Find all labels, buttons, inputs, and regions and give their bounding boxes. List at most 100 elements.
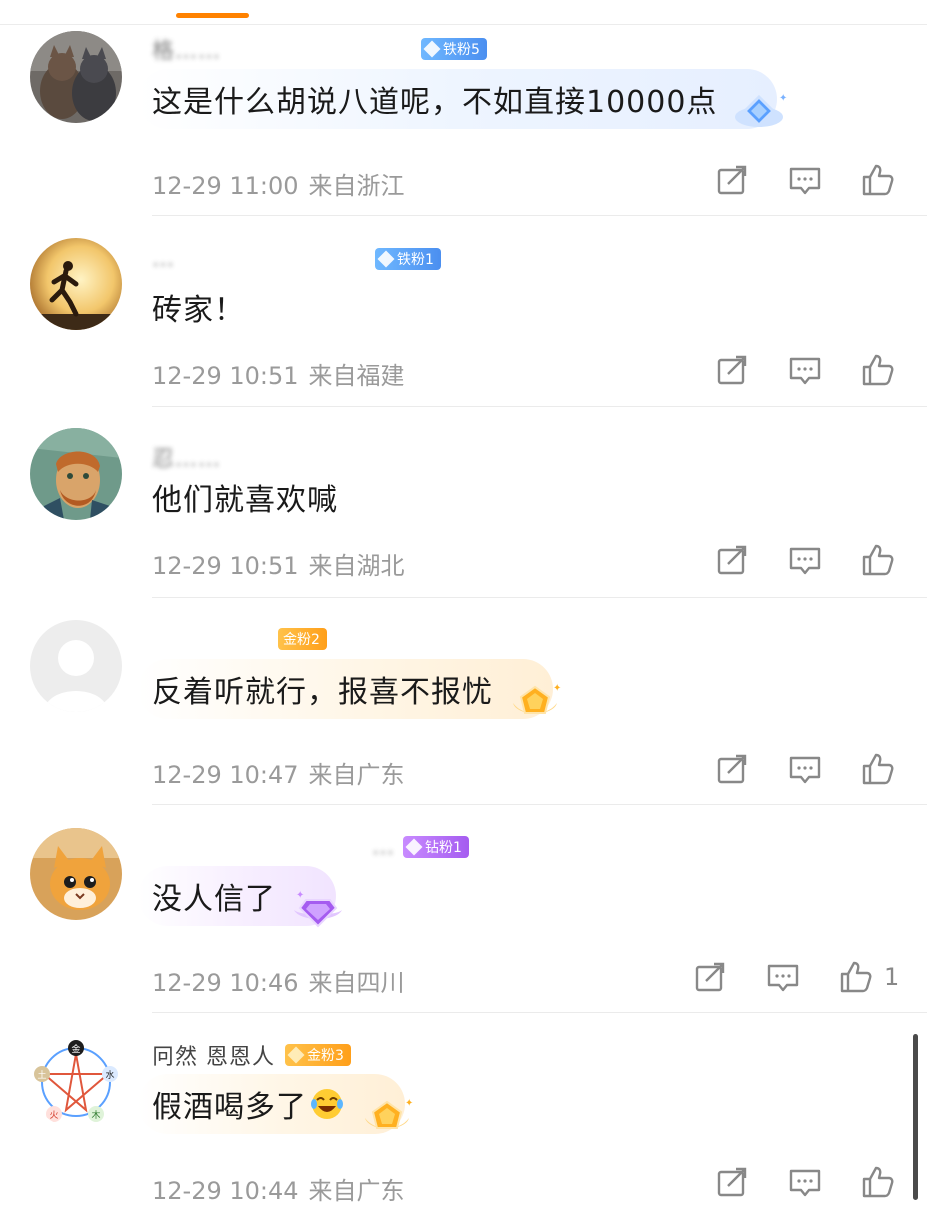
gold-fan-ornament-icon: ✦ [365,1098,413,1129]
fan-level-badge[interactable]: 钻粉1 [403,836,469,858]
like-icon [862,753,894,785]
username[interactable]: … [372,835,395,860]
repost-button[interactable] [714,352,750,388]
repost-button[interactable] [714,1164,750,1200]
like-button[interactable] [860,1164,896,1200]
svg-text:水: 水 [105,1069,114,1081]
user-avatar[interactable] [30,828,122,920]
comment-icon [789,547,821,575]
comment-time: 12-29 10:46 [152,969,299,997]
fan-level-badge[interactable]: 金粉3 [285,1044,351,1066]
username[interactable]: 格…… [152,33,221,65]
comment-location: 来自四川 [308,969,405,997]
username[interactable]: 冋然 恩恩人 [152,1039,275,1071]
repost-button[interactable] [714,751,750,787]
active-tab-indicator [176,13,249,18]
fan-level-badge[interactable]: 铁粉5 [421,38,487,60]
comment-meta: 12-29 10:47 来自广东 [152,755,405,790]
repost-button[interactable] [692,959,728,995]
repost-icon [695,962,725,992]
divider [152,215,927,216]
comment-bubble[interactable]: 假酒喝多了 ✦ [138,1074,413,1134]
comment-location: 来自广东 [308,761,405,789]
comment-meta: 12-29 10:51 来自福建 [152,356,405,391]
svg-text:火: 火 [49,1110,58,1121]
svg-text:✦: ✦ [779,93,787,104]
user-avatar[interactable]: 金 水 木 火 土 [30,1036,122,1128]
fan-level-badge[interactable]: 铁粉1 [375,248,441,270]
like-button[interactable] [838,959,874,995]
divider [152,406,927,407]
comment-icon [789,1169,821,1197]
comment-meta: 12-29 10:44 来自广东 [152,1171,405,1206]
svg-text:土: 土 [37,1069,46,1081]
comment-button[interactable] [787,352,823,388]
like-button[interactable] [860,352,896,388]
comment-time: 12-29 10:51 [152,362,299,390]
repost-button[interactable] [714,542,750,578]
comment-meta: 12-29 10:51 来自湖北 [152,546,405,581]
top-tab-bar [0,0,927,25]
username[interactable]: … [152,247,175,272]
repost-button[interactable] [714,162,750,198]
comment-icon [789,167,821,195]
comment-icon [767,964,799,992]
comment-icon [789,357,821,385]
like-button[interactable] [860,751,896,787]
comment-bubble[interactable]: 砖家！ [138,277,305,337]
like-button[interactable] [860,162,896,198]
like-button[interactable] [860,542,896,578]
svg-text:木: 木 [91,1109,100,1121]
user-avatar[interactable] [30,428,122,520]
like-count: 1 [884,963,900,991]
svg-text:✦: ✦ [553,683,561,694]
comment-text: 他们就喜欢喊 [152,483,338,518]
repost-icon [717,165,747,195]
comment-text: 没人信了 [152,882,276,917]
comment-time: 12-29 10:44 [152,1177,299,1205]
divider [152,1012,927,1013]
like-icon [862,544,894,576]
user-avatar[interactable] [30,31,122,123]
gold-gem-icon [287,1046,305,1064]
comment-bubble[interactable]: 没人信了 ✦ [138,866,342,928]
diamond-icon [405,838,423,856]
comment-text: 这是什么胡说八道呢，不如直接10000点 [152,85,718,120]
comment-time: 12-29 10:47 [152,761,299,789]
svg-text:金: 金 [71,1043,80,1055]
diamond-icon [377,250,395,268]
like-icon [862,164,894,196]
user-avatar[interactable] [30,620,122,712]
like-icon [862,1166,894,1198]
like-icon [862,354,894,386]
repost-icon [717,545,747,575]
comment-button[interactable] [765,959,801,995]
comment-button[interactable] [787,1164,823,1200]
laughing-crying-emoji-icon [311,1089,343,1119]
comment-location: 来自广东 [308,1177,405,1205]
gold-fan-ornament-icon: ✦ [513,683,561,714]
comment-bubble[interactable]: 这是什么胡说八道呢，不如直接10000点 ✦ [138,69,787,129]
comment-button[interactable] [787,162,823,198]
comment-meta: 12-29 10:46 来自四川 [152,963,405,998]
divider [152,804,927,805]
comment-meta: 12-29 11:00 来自浙江 [152,166,405,201]
like-icon [840,961,872,993]
user-avatar[interactable] [30,238,122,330]
comment-time: 12-29 10:51 [152,552,299,580]
scrollbar[interactable] [913,1034,918,1200]
comment-location: 来自福建 [308,362,405,390]
comment-bubble[interactable]: 反着听就行，报喜不报忧 ✦ [138,659,561,719]
comment-button[interactable] [787,542,823,578]
svg-text:✦: ✦ [296,890,304,901]
comment-button[interactable] [787,751,823,787]
iron-fan-ornament-icon: ✦ [735,93,787,128]
fan-level-badge[interactable]: 金粉2 [278,628,327,650]
comment-location: 来自浙江 [308,172,405,200]
comment-bubble[interactable]: 他们就喜欢喊 [138,467,398,527]
comment-text: 砖家！ [152,293,245,328]
comment-time: 12-29 11:00 [152,172,299,200]
diamond-icon [423,40,441,58]
comment-text: 假酒喝多了 [152,1090,307,1125]
comment-text: 反着听就行，报喜不报忧 [152,675,493,710]
